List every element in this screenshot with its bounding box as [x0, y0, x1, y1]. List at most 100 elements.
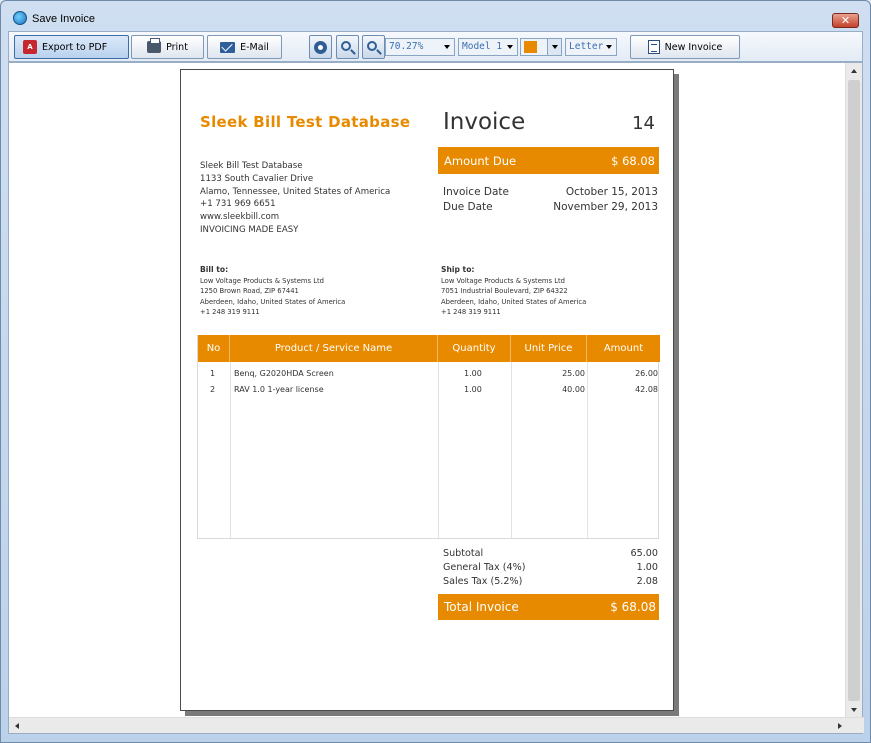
- email-button[interactable]: E-Mail: [207, 35, 282, 59]
- print-button[interactable]: Print: [131, 35, 204, 59]
- chevron-down-icon: [444, 45, 450, 49]
- invoice-dates: Invoice Date October 15, 2013 Due Date Nov…: [443, 185, 658, 215]
- table-row: 2 RAV 1.0 1-year license 1.00 40.00 42.0…: [198, 383, 660, 399]
- item-no: 1: [210, 369, 216, 378]
- amount-due-label: Amount Due: [444, 154, 517, 168]
- tax2-label: Sales Tax (5.2%): [443, 576, 523, 587]
- table-row: 1 Benq, G2020HDA Screen 1.00 25.00 26.00: [198, 367, 660, 383]
- subtotal-value: 65.00: [630, 548, 658, 559]
- company-line: INVOICING MADE EASY: [200, 224, 299, 235]
- item-price: 40.00: [562, 385, 585, 394]
- bill-to-label: Bill to:: [200, 265, 229, 274]
- save-invoice-window: Save Invoice ✕ A Export to PDF Print E-M…: [0, 0, 871, 743]
- company-line: Alamo, Tennessee, United States of Ameri…: [200, 186, 391, 197]
- chevron-down-icon: [606, 45, 612, 49]
- company-line: 1133 South Cavalier Drive: [200, 173, 314, 184]
- tax2-value: 2.08: [636, 576, 658, 587]
- total-label: Total Invoice: [444, 600, 519, 614]
- color-swatch: [524, 41, 537, 53]
- preview-viewport: Sleek Bill Test Database Sleek Bill Test…: [8, 62, 864, 734]
- totals: Subtotal 65.00 General Tax (4%) 1.00 Sales…: [443, 547, 658, 589]
- window-title: Save Invoice: [32, 13, 95, 25]
- page-size-value: Letter: [569, 41, 604, 52]
- chevron-down-icon: [507, 45, 513, 49]
- horizontal-scrollbar[interactable]: [9, 717, 864, 733]
- item-name: Benq, G2020HDA Screen: [234, 369, 334, 378]
- new-invoice-label: New Invoice: [664, 41, 723, 53]
- zoom-out-button[interactable]: [362, 35, 385, 59]
- item-price: 25.00: [562, 369, 585, 378]
- total-value: $ 68.08: [610, 600, 656, 614]
- ship-to-line: +1 248 319 9111: [441, 308, 501, 316]
- col-header-name: Product / Service Name: [230, 335, 438, 362]
- item-qty: 1.00: [464, 385, 482, 394]
- tax1-label: General Tax (4%): [443, 562, 526, 573]
- invoice-title: Invoice: [443, 109, 526, 135]
- total-invoice-bar: Total Invoice $ 68.08: [438, 594, 659, 620]
- item-name: RAV 1.0 1-year license: [234, 385, 324, 394]
- col-header-amount: Amount: [603, 343, 644, 354]
- col-header-no: No: [198, 335, 230, 362]
- vertical-scrollbar[interactable]: [845, 63, 862, 718]
- scroll-up-icon[interactable]: [851, 69, 857, 73]
- invoice-page: Sleek Bill Test Database Sleek Bill Test…: [180, 69, 674, 711]
- print-label: Print: [166, 41, 188, 53]
- zoom-out-icon: [367, 40, 377, 51]
- company-line: Sleek Bill Test Database: [200, 161, 303, 171]
- export-pdf-label: Export to PDF: [42, 41, 108, 53]
- model-select[interactable]: Model 1: [458, 38, 518, 56]
- scroll-down-icon[interactable]: [851, 708, 857, 712]
- color-picker[interactable]: [520, 38, 562, 56]
- zoom-in-icon: [341, 40, 351, 51]
- amount-due-value: $ 68.08: [611, 154, 655, 168]
- col-header-price: Unit Price: [511, 335, 587, 362]
- close-button[interactable]: ✕: [832, 13, 859, 28]
- new-invoice-button[interactable]: New Invoice: [630, 35, 740, 59]
- company-info: Sleek Bill Test Database 1133 South Cava…: [200, 160, 390, 237]
- items-header: No Product / Service Name Quantity Unit …: [198, 335, 660, 362]
- zoom-in-button[interactable]: [336, 35, 359, 59]
- ship-to-line: 7051 Industrial Boulevard, ZIP 64322: [441, 287, 568, 295]
- bill-to-line: Aberdeen, Idaho, United States of Americ…: [200, 297, 346, 306]
- invoice-date-label: Invoice Date: [443, 186, 509, 198]
- item-amount: 26.00: [635, 369, 658, 378]
- ship-to: Ship to: Low Voltage Products & Systems …: [441, 265, 586, 318]
- scroll-thumb[interactable]: [848, 80, 860, 701]
- document-icon: [647, 40, 660, 54]
- app-icon: [13, 11, 27, 25]
- color-dropdown[interactable]: [547, 39, 561, 55]
- items-table: No Product / Service Name Quantity Unit …: [197, 335, 660, 539]
- scroll-right-icon[interactable]: [838, 723, 842, 729]
- ship-to-label: Ship to:: [441, 265, 475, 274]
- title-bar: Save Invoice ✕: [1, 1, 870, 31]
- printer-icon: [147, 38, 162, 53]
- due-date-label: Due Date: [443, 201, 493, 213]
- amount-due-bar: Amount Due $ 68.08: [438, 147, 659, 174]
- item-qty: 1.00: [464, 369, 482, 378]
- bill-to-line: +1 248 319 9111: [200, 308, 260, 316]
- item-amount: 42.08: [635, 385, 658, 394]
- export-pdf-button[interactable]: A Export to PDF: [14, 35, 129, 59]
- bill-to-line: Low Voltage Products & Systems Ltd: [200, 276, 324, 285]
- zoom-select[interactable]: 70.27%: [385, 38, 455, 56]
- zoom-value: 70.27%: [389, 41, 424, 52]
- model-value: Model 1: [462, 41, 503, 52]
- chevron-down-icon: [552, 45, 558, 49]
- ship-to-line: Low Voltage Products & Systems Ltd: [441, 276, 565, 285]
- settings-button[interactable]: [309, 35, 332, 59]
- page-size-select[interactable]: Letter: [565, 38, 617, 56]
- company-line: www.sleekbill.com: [200, 212, 280, 223]
- bill-to-line: 1250 Brown Road, ZIP 67441: [200, 287, 299, 295]
- tax1-value: 1.00: [636, 562, 658, 573]
- bill-to: Bill to: Low Voltage Products & Systems …: [200, 265, 345, 318]
- gear-icon: [314, 40, 327, 54]
- scroll-left-icon[interactable]: [15, 723, 19, 729]
- pdf-icon: A: [23, 40, 37, 54]
- col-header-qty: Quantity: [438, 335, 511, 362]
- envelope-icon: [220, 41, 236, 53]
- ship-to-line: Aberdeen, Idaho, United States of Americ…: [441, 297, 587, 306]
- email-label: E-Mail: [240, 41, 269, 53]
- invoice-date-value: October 15, 2013: [565, 186, 658, 198]
- company-line: +1 731 969 6651: [200, 199, 276, 210]
- invoice-number: 14: [632, 113, 655, 134]
